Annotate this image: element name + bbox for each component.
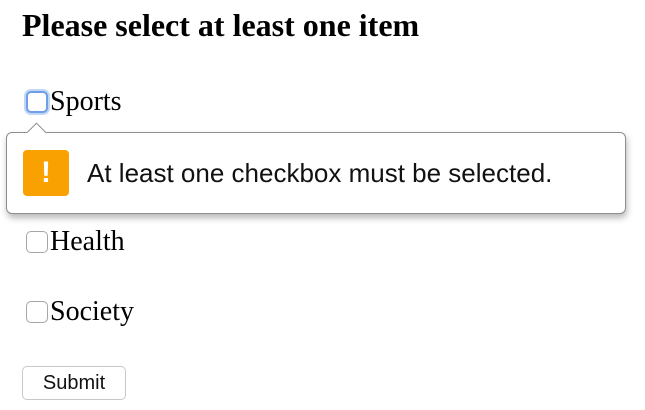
validation-message: At least one checkbox must be selected.	[87, 158, 553, 188]
warning-icon: !	[23, 150, 69, 196]
health-checkbox[interactable]	[26, 231, 48, 253]
validation-tooltip: ! At least one checkbox must be selected…	[6, 132, 626, 214]
society-label[interactable]: Society	[50, 297, 134, 327]
tooltip-arrow	[25, 121, 47, 133]
option-health[interactable]: Health	[26, 227, 125, 257]
society-checkbox[interactable]	[26, 301, 48, 323]
page-title: Please select at least one item	[22, 7, 420, 43]
sports-label[interactable]: Sports	[50, 87, 122, 117]
submit-button[interactable]: Submit	[22, 366, 126, 400]
option-society[interactable]: Society	[26, 297, 134, 327]
option-sports[interactable]: Sports	[26, 87, 122, 117]
sports-checkbox[interactable]	[26, 91, 48, 113]
health-label[interactable]: Health	[50, 227, 125, 257]
